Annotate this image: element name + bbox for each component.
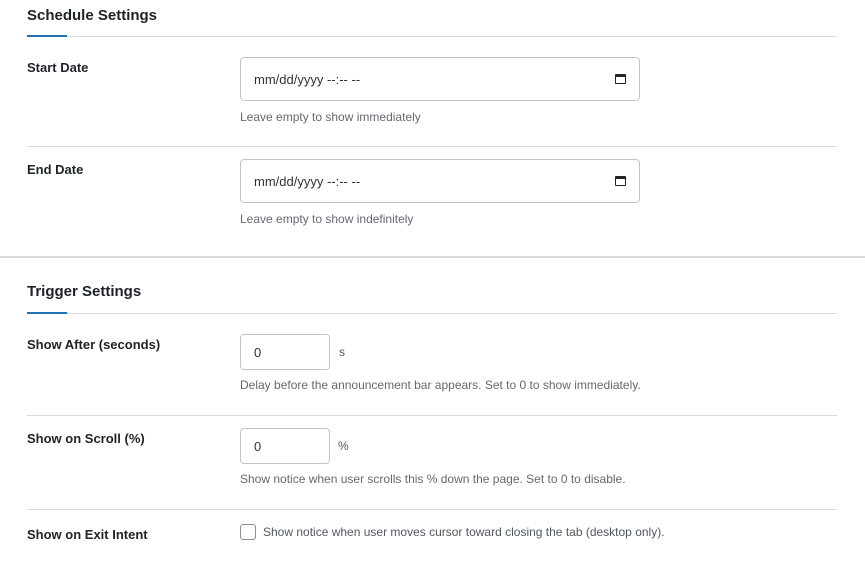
exit-intent-text: Show notice when user moves cursor towar… bbox=[263, 525, 665, 539]
start-date-placeholder: mm/dd/yyyy --:-- -- bbox=[254, 71, 361, 87]
percent-unit: % bbox=[338, 439, 349, 453]
trigger-settings-heading: Trigger Settings bbox=[27, 283, 142, 300]
calendar-icon[interactable] bbox=[615, 176, 626, 186]
seconds-unit: s bbox=[339, 345, 345, 359]
show-on-scroll-input[interactable]: 0 bbox=[240, 428, 330, 464]
heading-underline bbox=[27, 312, 67, 314]
calendar-icon[interactable] bbox=[615, 74, 626, 84]
show-after-input[interactable]: 0 bbox=[240, 334, 330, 370]
exit-intent-checkbox[interactable] bbox=[240, 524, 256, 540]
exit-intent-label: Show on Exit Intent bbox=[27, 527, 148, 542]
show-after-label: Show After (seconds) bbox=[27, 337, 161, 352]
schedule-settings-heading: Schedule Settings bbox=[27, 7, 158, 24]
divider bbox=[27, 313, 837, 314]
show-on-scroll-label: Show on Scroll (%) bbox=[27, 431, 145, 446]
show-on-scroll-help: Show notice when user scrolls this % dow… bbox=[240, 472, 626, 486]
start-date-help: Leave empty to show immediately bbox=[240, 110, 421, 124]
end-date-input[interactable]: mm/dd/yyyy --:-- -- bbox=[240, 159, 640, 203]
section-divider bbox=[0, 256, 865, 258]
divider bbox=[27, 415, 837, 416]
end-date-label: End Date bbox=[27, 162, 84, 177]
end-date-help: Leave empty to show indefinitely bbox=[240, 212, 414, 226]
heading-underline bbox=[27, 35, 67, 37]
end-date-placeholder: mm/dd/yyyy --:-- -- bbox=[254, 173, 361, 189]
show-after-help: Delay before the announcement bar appear… bbox=[240, 378, 641, 392]
divider bbox=[27, 509, 837, 510]
divider bbox=[27, 36, 837, 37]
start-date-input[interactable]: mm/dd/yyyy --:-- -- bbox=[240, 57, 640, 101]
divider bbox=[27, 146, 837, 147]
start-date-label: Start Date bbox=[27, 60, 89, 75]
